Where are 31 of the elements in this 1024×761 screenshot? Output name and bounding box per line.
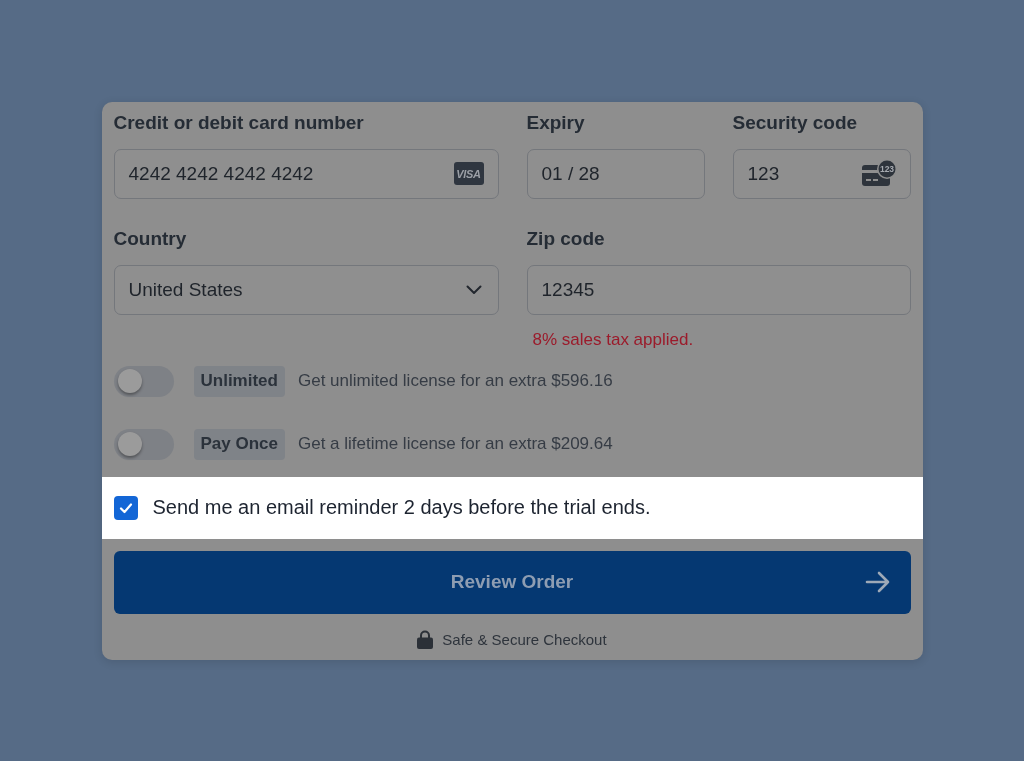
field-label: Security code xyxy=(732,110,858,135)
field-label: Country xyxy=(113,226,187,251)
toggle-switch[interactable] xyxy=(113,428,174,460)
field-value: 123 xyxy=(747,161,780,186)
plan-badge: Unlimited xyxy=(193,365,285,397)
field-label: Zip code xyxy=(526,226,605,251)
security-code-field[interactable]: 123 123 xyxy=(732,148,911,199)
card-number-field[interactable]: 4242 4242 4242 4242 VISA xyxy=(113,148,499,199)
field-value: 4242 4242 4242 4242 xyxy=(128,161,314,186)
field-value: 12345 xyxy=(541,277,595,302)
secure-checkout-text: Safe & Secure Checkout xyxy=(442,631,607,648)
button-label: Review Order xyxy=(450,571,574,593)
country-select[interactable]: United States xyxy=(113,264,499,315)
card-brand-badge: VISA xyxy=(453,162,484,185)
plan-badge: Pay Once xyxy=(193,428,285,460)
addon-description: Get unlimited license for an extra $596.16 xyxy=(297,371,613,391)
field-label: Expiry xyxy=(526,110,585,135)
reminder-label: Send me an email reminder 2 days before the trial ends. xyxy=(152,496,651,519)
field-value: United States xyxy=(128,277,243,302)
review-order-button[interactable]: Review Order xyxy=(113,550,911,614)
chevron-down-icon xyxy=(465,284,482,295)
field-value: 01 / 28 xyxy=(541,161,600,186)
toggle-switch[interactable] xyxy=(113,365,174,397)
addon-description: Get a lifetime license for an extra $209.64 xyxy=(298,434,613,454)
checkbox[interactable] xyxy=(113,495,138,520)
field-label: Credit or debit card number xyxy=(113,110,364,135)
lock-icon xyxy=(417,630,434,649)
arrow-right-icon xyxy=(864,570,891,593)
text-field[interactable]: 12345 xyxy=(526,264,911,315)
tax-note: 8% sales tax applied. xyxy=(532,328,694,351)
text-field[interactable]: 01 / 28 xyxy=(526,148,705,199)
